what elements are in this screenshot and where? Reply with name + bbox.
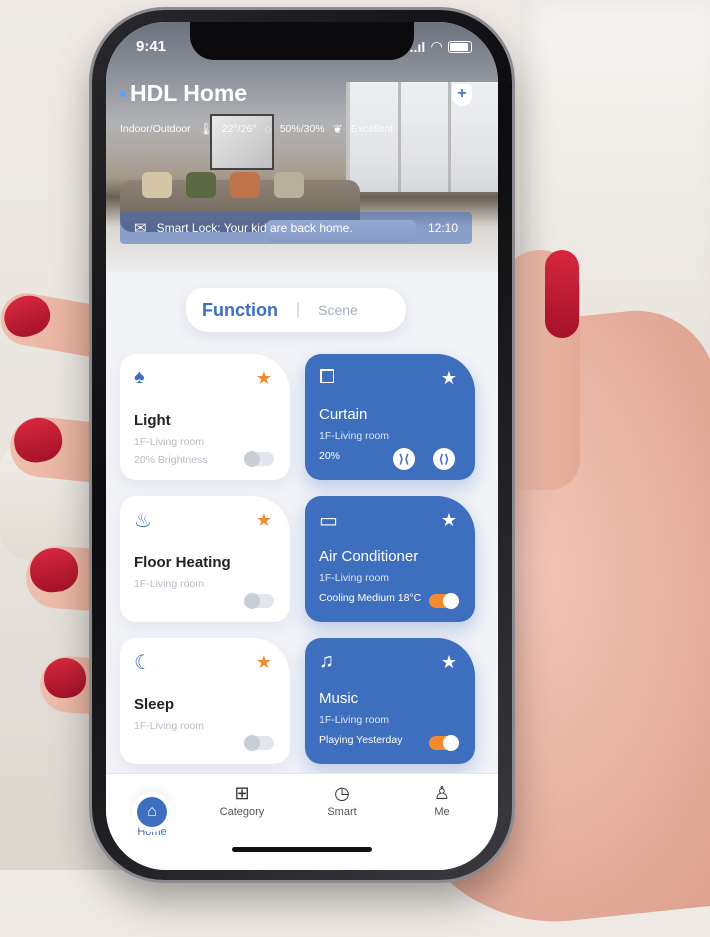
device-status: Playing Yesterday bbox=[319, 734, 403, 746]
thermometer-icon: 🌡 bbox=[198, 122, 214, 136]
home-indicator-dot bbox=[120, 90, 126, 97]
air-conditioner-toggle[interactable] bbox=[429, 593, 459, 609]
air-quality-value: Excellent bbox=[350, 123, 394, 135]
tab-category[interactable]: ⊞ Category bbox=[202, 780, 282, 818]
humidity-value: 50%/30% bbox=[279, 123, 325, 135]
notification-time: 12:10 bbox=[427, 221, 458, 235]
device-card-music[interactable]: ♫ ★ Music 1F-Living room Playing Yesterd… bbox=[305, 638, 475, 764]
favorite-star-icon[interactable]: ★ bbox=[256, 652, 272, 673]
device-room: 1F-Living room bbox=[319, 430, 390, 442]
hero-pillow bbox=[274, 172, 304, 198]
envelope-icon: ✉ bbox=[134, 220, 147, 237]
curtain-icon: ⧠ bbox=[319, 366, 335, 388]
home-icon: ⌂ bbox=[137, 797, 167, 827]
tab-label: Category bbox=[219, 806, 265, 818]
tab-me[interactable]: ♙ Me bbox=[402, 780, 482, 818]
lamp-icon: ♠ bbox=[134, 366, 145, 388]
hero-pillow bbox=[186, 172, 216, 198]
tab-scene[interactable]: Scene bbox=[318, 302, 358, 318]
music-note-icon: ♫ bbox=[319, 650, 334, 672]
env-label: Indoor/Outdoor bbox=[120, 123, 191, 135]
home-indicator-bar bbox=[232, 847, 372, 852]
bottom-tab-bar: ⌂ Home ⊞ Category ◷ Smart ♙ Me bbox=[106, 773, 498, 870]
tab-function[interactable]: Function bbox=[202, 300, 278, 321]
device-name: Music bbox=[319, 690, 359, 707]
hero-pillow bbox=[142, 172, 172, 198]
function-scene-switch: Function | Scene bbox=[186, 288, 406, 332]
device-name: Light bbox=[134, 412, 171, 429]
device-card-curtain[interactable]: ⧠ ★ Curtain 1F-Living room 20% ⟩⟨ ⟨⟩ bbox=[305, 354, 475, 480]
sleep-moon-icon: ☾ bbox=[134, 652, 152, 674]
floor-heating-icon: ♨ bbox=[134, 510, 152, 532]
device-name: Curtain bbox=[319, 406, 368, 423]
favorite-star-icon[interactable]: ★ bbox=[256, 368, 272, 389]
music-toggle[interactable] bbox=[429, 735, 459, 751]
favorite-star-icon[interactable]: ★ bbox=[441, 652, 457, 673]
thumbnail bbox=[545, 250, 579, 338]
phone-screen: 9:41 ..ıl ◠ HDL Home + Indoor/Outdoor 🌡 … bbox=[106, 22, 498, 870]
device-name: Sleep bbox=[134, 696, 175, 713]
air-conditioner-icon: ▭ bbox=[319, 510, 338, 532]
floor-heating-toggle[interactable] bbox=[244, 593, 274, 609]
device-room: 1F-Living room bbox=[134, 436, 205, 448]
humidity-icon: ◌ bbox=[264, 122, 272, 136]
light-toggle[interactable] bbox=[244, 451, 274, 467]
device-card-light[interactable]: ♠ ★ Light 1F-Living room 20% Brightness bbox=[120, 354, 290, 480]
user-icon: ♙ bbox=[433, 783, 451, 803]
tab-smart[interactable]: ◷ Smart bbox=[302, 780, 382, 818]
notification-text: Smart Lock: Your kid are back home. bbox=[156, 221, 353, 235]
device-status: 20% Brightness bbox=[134, 454, 208, 466]
favorite-star-icon[interactable]: ★ bbox=[256, 510, 272, 531]
curtain-close-button[interactable]: ⟩⟨ bbox=[393, 448, 415, 470]
hero-pillow bbox=[230, 172, 260, 198]
curtain-open-button[interactable]: ⟨⟩ bbox=[433, 448, 455, 470]
favorite-star-icon[interactable]: ★ bbox=[441, 510, 457, 531]
device-card-sleep[interactable]: ☾ ★ Sleep 1F-Living room bbox=[120, 638, 290, 764]
home-title-text: HDL Home bbox=[130, 80, 248, 106]
battery-icon bbox=[448, 40, 472, 53]
device-card-floor-heating[interactable]: ♨ ★ Floor Heating 1F-Living room bbox=[120, 496, 290, 622]
device-name: Air Conditioner bbox=[319, 548, 419, 565]
home-bubble: ⌂ bbox=[132, 792, 172, 832]
device-room: 1F-Living room bbox=[134, 720, 205, 732]
smart-clock-icon: ◷ bbox=[334, 783, 350, 803]
device-card-air-conditioner[interactable]: ▭ ★ Air Conditioner 1F-Living room Cooli… bbox=[305, 496, 475, 622]
sleep-toggle[interactable] bbox=[244, 735, 274, 751]
device-room: 1F-Living room bbox=[319, 714, 390, 726]
signal-icon: ..ıl bbox=[409, 38, 426, 55]
device-room: 1F-Living room bbox=[134, 578, 205, 590]
favorite-star-icon[interactable]: ★ bbox=[441, 368, 457, 389]
device-status: Cooling Medium 18°C bbox=[319, 592, 422, 604]
leaf-icon: ❦ bbox=[332, 122, 343, 136]
temperature-value: 22°/26° bbox=[221, 123, 257, 135]
device-status: 20% bbox=[319, 450, 341, 462]
hero-window bbox=[346, 82, 498, 192]
category-grid-icon: ⊞ bbox=[234, 783, 250, 803]
status-icons: ..ıl ◠ bbox=[410, 38, 472, 55]
shield-icon[interactable]: + bbox=[452, 84, 472, 106]
tab-label: Smart bbox=[327, 806, 357, 818]
environment-bar: Indoor/Outdoor 🌡 22°/26° ◌ 50%/30% ❦ Exc… bbox=[120, 122, 393, 136]
notification-banner[interactable]: ✉ Smart Lock: Your kid are back home. 12… bbox=[120, 212, 472, 244]
phone-notch bbox=[190, 22, 414, 60]
tab-home[interactable]: ⌂ Home bbox=[112, 792, 192, 838]
device-name: Floor Heating bbox=[134, 554, 231, 571]
segment-separator: | bbox=[295, 301, 301, 318]
device-room: 1F-Living room bbox=[319, 572, 390, 584]
tab-label: Me bbox=[434, 806, 450, 818]
wifi-icon: ◠ bbox=[431, 38, 442, 54]
home-title[interactable]: HDL Home bbox=[120, 80, 247, 107]
status-time: 9:41 bbox=[136, 38, 167, 55]
